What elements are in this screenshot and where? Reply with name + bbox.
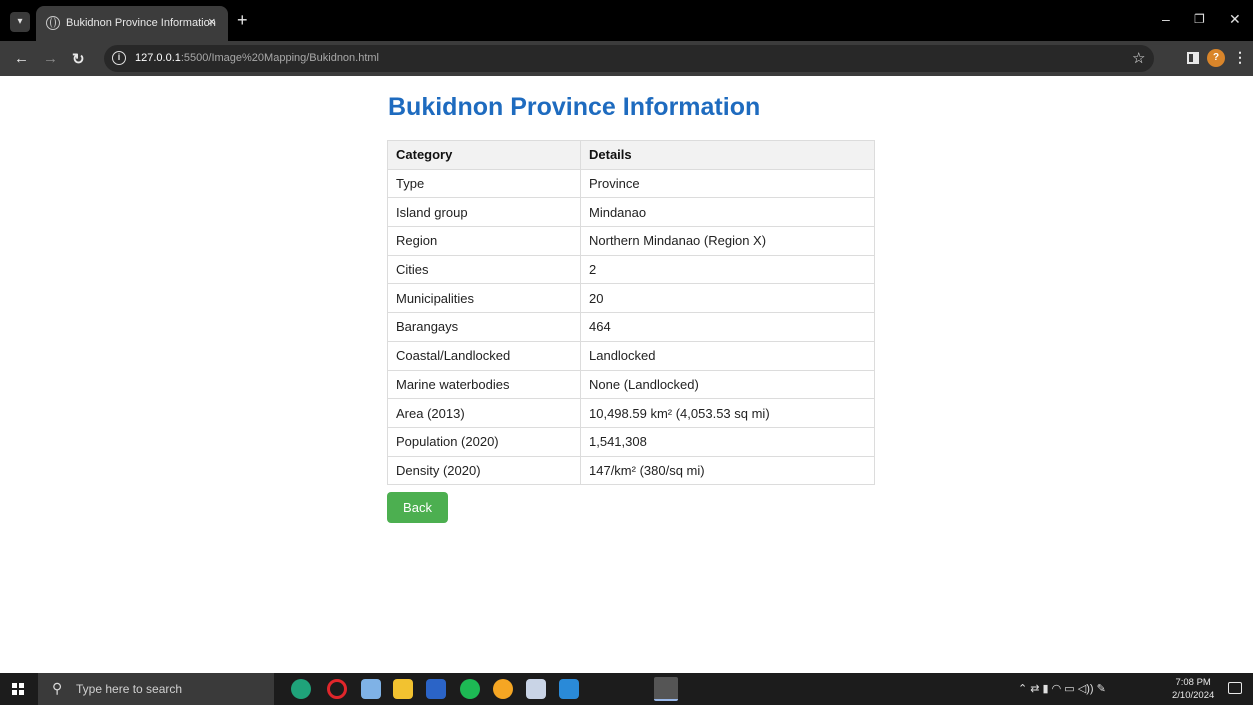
search-placeholder: Type here to search	[76, 682, 183, 696]
page-title: Bukidnon Province Information	[388, 93, 761, 121]
table-row: Marine waterbodies None (Landlocked)	[387, 369, 875, 400]
new-tab-icon[interactable]: +	[237, 11, 248, 29]
table-row: Density (2020) 147/km² (380/sq mi)	[387, 455, 875, 486]
taskbar-search-input[interactable]: ⚲ Type here to search	[38, 673, 274, 705]
notification-icon[interactable]	[1228, 682, 1242, 694]
row-category: Island group	[387, 197, 581, 228]
header-category: Category	[387, 140, 581, 170]
row-category: Area (2013)	[387, 398, 581, 428]
row-details: 20	[580, 283, 875, 314]
header-details: Details	[580, 140, 875, 170]
photos-icon[interactable]	[361, 679, 381, 699]
word-icon[interactable]	[426, 679, 446, 699]
table-row: Type Province	[387, 168, 875, 199]
table-header-row: Category Details	[387, 140, 875, 170]
row-details: 10,498.59 km² (4,053.53 sq mi)	[580, 398, 875, 428]
row-details: Province	[580, 168, 875, 199]
row-details: None (Landlocked)	[580, 369, 875, 400]
tab-bar: ▾ Bukidnon Province Information × + – ❐ …	[0, 0, 1253, 41]
spotify-icon[interactable]	[460, 679, 480, 699]
row-details: 2	[580, 254, 875, 285]
taskbar-clock[interactable]: 7:08 PM 2/10/2024	[1172, 676, 1214, 702]
row-details: 147/km² (380/sq mi)	[580, 455, 875, 486]
clock-time: 7:08 PM	[1175, 677, 1211, 688]
back-arrow-icon[interactable]: ←	[14, 50, 29, 67]
address-bar: ← → ↻ i 127.0.0.1:5500/Image%20Mapping/B…	[0, 41, 1253, 76]
url-text: 127.0.0.1:5500/Image%20Mapping/Bukidnon.…	[135, 52, 380, 64]
row-category: Marine waterbodies	[387, 369, 581, 400]
windows-start-icon[interactable]	[12, 683, 24, 695]
url-field[interactable]: i 127.0.0.1:5500/Image%20Mapping/Bukidno…	[104, 45, 1154, 72]
forward-arrow-icon[interactable]: →	[43, 50, 58, 67]
row-category: Population (2020)	[387, 426, 581, 457]
row-category: Municipalities	[387, 283, 581, 314]
row-category: Cities	[387, 254, 581, 285]
opera-icon[interactable]	[327, 679, 347, 699]
table-row: Barangays 464	[387, 312, 875, 342]
app-icon[interactable]	[493, 679, 513, 699]
side-panel-icon[interactable]	[1187, 52, 1199, 64]
vscode-icon[interactable]	[559, 679, 579, 699]
table-row: Cities 2	[387, 254, 875, 285]
table-row: Island group Mindanao	[387, 197, 875, 228]
table-row: Coastal/Landlocked Landlocked	[387, 340, 875, 371]
row-category: Type	[387, 168, 581, 199]
tray-icons[interactable]: ⌃ ⇄ ▮ ◠ ▭ ◁)) ✎	[1018, 682, 1106, 695]
page-content: Bukidnon Province Information Category D…	[0, 76, 1253, 673]
table-row: Population (2020) 1,541,308	[387, 426, 875, 457]
windows-taskbar: ⚲ Type here to search ⌃ ⇄ ▮ ◠ ▭ ◁)) ✎ 7:…	[0, 673, 1253, 705]
notepad-icon[interactable]	[526, 679, 546, 699]
row-details: 1,541,308	[580, 426, 875, 457]
row-category: Region	[387, 226, 581, 256]
minimize-icon[interactable]: –	[1162, 11, 1170, 27]
file-explorer-icon[interactable]	[393, 679, 413, 699]
reload-icon[interactable]: ↻	[72, 50, 85, 68]
profile-avatar-icon[interactable]: ?	[1207, 49, 1225, 67]
close-tab-icon[interactable]: ×	[208, 14, 216, 29]
row-details: Mindanao	[580, 197, 875, 228]
tab-search-icon[interactable]: ▾	[10, 12, 30, 32]
row-details: Northern Mindanao (Region X)	[580, 226, 875, 256]
menu-kebab-icon[interactable]: ⋮	[1233, 49, 1247, 66]
row-category: Density (2020)	[387, 455, 581, 486]
clock-date: 2/10/2024	[1172, 690, 1215, 701]
edge-icon[interactable]	[291, 679, 311, 699]
close-window-icon[interactable]: ✕	[1229, 11, 1241, 28]
maximize-icon[interactable]: ❐	[1194, 12, 1205, 26]
globe-icon	[46, 16, 60, 30]
table-row: Area (2013) 10,498.59 km² (4,053.53 sq mi…	[387, 398, 875, 428]
tab-title: Bukidnon Province Information	[66, 17, 216, 29]
row-category: Barangays	[387, 312, 581, 342]
row-details: Landlocked	[580, 340, 875, 371]
province-info-table: Category Details Type Province Island gro…	[387, 140, 875, 486]
bookmark-star-icon[interactable]: ☆	[1132, 49, 1145, 67]
tab-active[interactable]: Bukidnon Province Information ×	[36, 6, 228, 41]
table-row: Region Northern Mindanao (Region X)	[387, 226, 875, 256]
row-category: Coastal/Landlocked	[387, 340, 581, 371]
chrome-active-icon[interactable]	[654, 677, 678, 701]
table-row: Municipalities 20	[387, 283, 875, 314]
back-button[interactable]: Back	[387, 492, 448, 523]
row-details: 464	[580, 312, 875, 342]
search-icon: ⚲	[52, 680, 63, 696]
site-info-icon[interactable]: i	[112, 51, 126, 65]
